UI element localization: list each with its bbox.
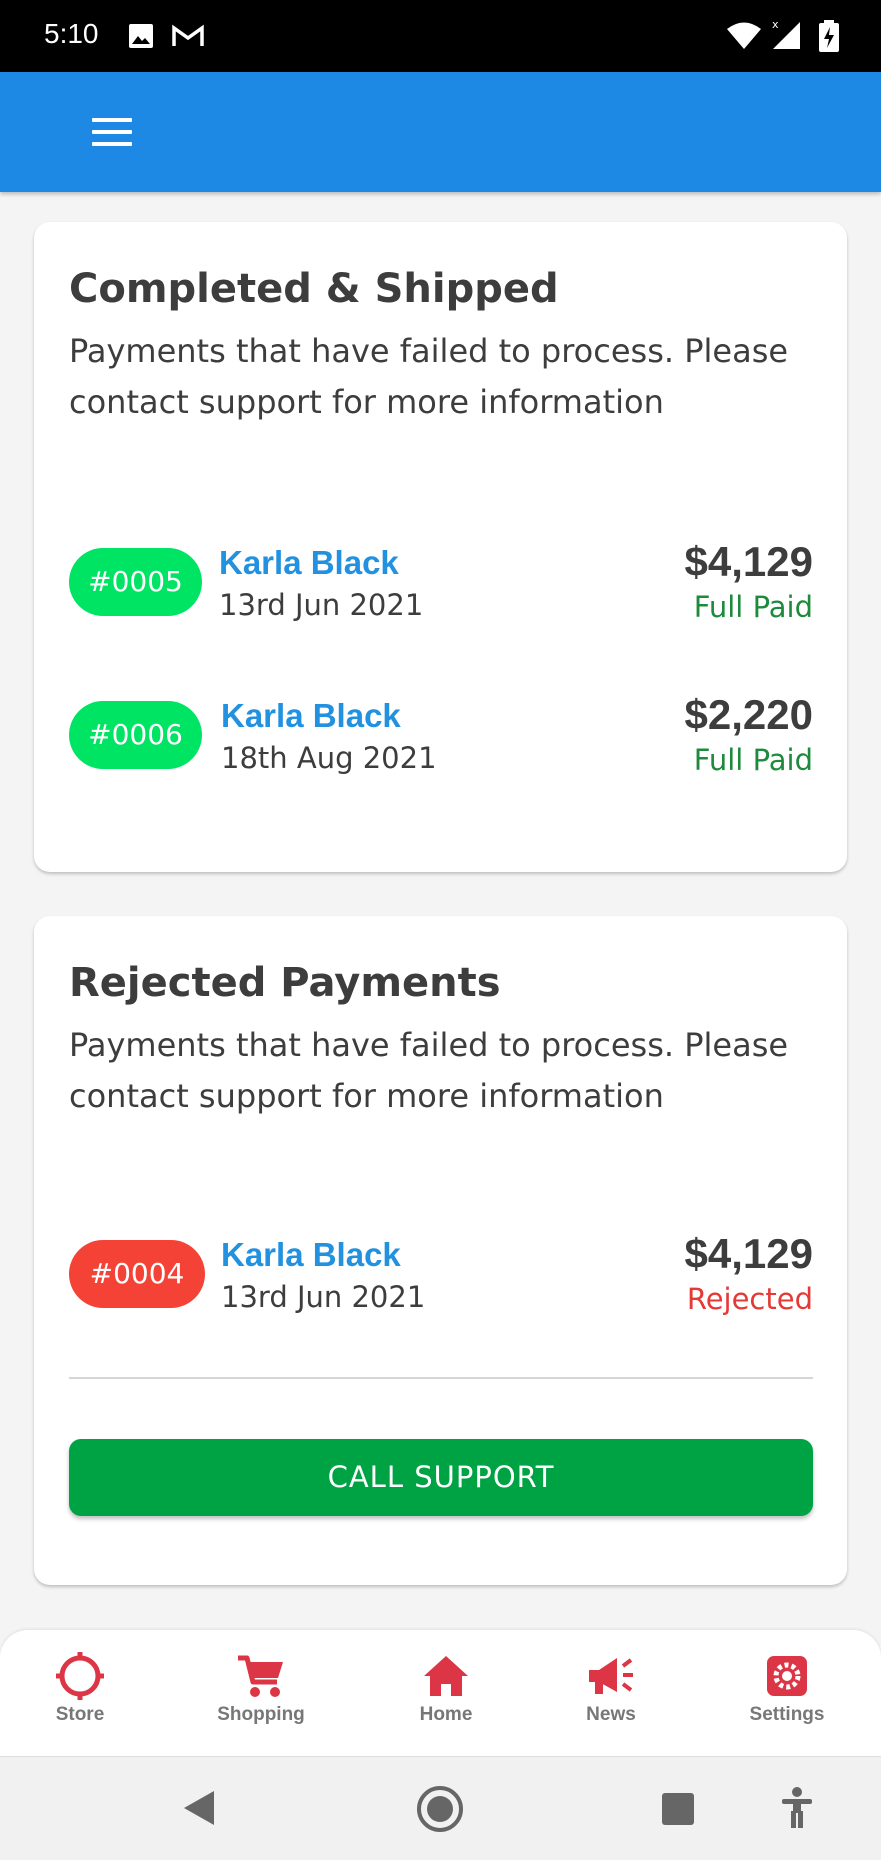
battery-charging-icon <box>819 20 839 52</box>
customer-name-link[interactable]: Karla Black <box>221 1236 401 1274</box>
nav-label: Home <box>419 1704 473 1725</box>
home-icon <box>424 1656 468 1696</box>
order-date: 18th Aug 2021 <box>221 741 437 775</box>
order-row[interactable]: #0006 Karla Black 18th Aug 2021 $2,220 F… <box>69 691 813 801</box>
nav-store[interactable]: Store <box>10 1652 150 1744</box>
customer-name-link[interactable]: Karla Black <box>221 697 401 735</box>
order-id-badge: #0006 <box>69 701 202 769</box>
order-amount: $4,129 <box>684 1230 813 1277</box>
home-circle-icon[interactable] <box>416 1785 464 1833</box>
status-time: 5:10 <box>44 18 99 49</box>
order-id-badge: #0005 <box>69 548 202 616</box>
payment-status: Full Paid <box>693 590 813 624</box>
image-icon <box>129 24 153 48</box>
system-navigation-bar <box>0 1756 881 1860</box>
section-title: Rejected Payments <box>69 960 501 1006</box>
accessibility-icon[interactable] <box>780 1787 814 1829</box>
status-bar: 5:10 x <box>0 0 881 72</box>
nav-settings[interactable]: Settings <box>717 1652 857 1744</box>
order-date: 13rd Jun 2021 <box>219 588 424 622</box>
app-bar <box>0 72 881 192</box>
order-id-badge: #0004 <box>69 1240 205 1308</box>
divider <box>69 1377 813 1379</box>
customer-name-link[interactable]: Karla Black <box>219 544 399 582</box>
crosshair-icon <box>56 1652 104 1700</box>
svg-text:x: x <box>772 18 779 31</box>
section-title: Completed & Shipped <box>69 266 559 312</box>
back-icon[interactable] <box>182 1789 216 1827</box>
recents-icon[interactable] <box>661 1792 695 1826</box>
gear-icon <box>767 1656 807 1696</box>
order-row[interactable]: #0005 Karla Black 13rd Jun 2021 $4,129 F… <box>69 538 813 648</box>
signal-icon: x <box>772 18 800 49</box>
nav-shopping[interactable]: Shopping <box>191 1652 331 1744</box>
payment-status: Full Paid <box>693 743 813 777</box>
payment-status: Rejected <box>686 1282 813 1316</box>
section-description: Payments that have failed to process. Pl… <box>69 1026 789 1115</box>
nav-label: Shopping <box>217 1704 305 1725</box>
nav-label: Settings <box>749 1704 825 1725</box>
nav-home[interactable]: Home <box>376 1652 516 1744</box>
cart-icon <box>238 1655 283 1697</box>
megaphone-icon <box>589 1658 633 1694</box>
wifi-icon <box>727 22 761 49</box>
order-amount: $2,220 <box>684 691 813 738</box>
completed-shipped-card: Completed & Shipped Payments that have f… <box>34 222 847 872</box>
order-row[interactable]: #0004 Karla Black 13rd Jun 2021 $4,129 R… <box>69 1230 813 1340</box>
section-description: Payments that have failed to process. Pl… <box>69 332 789 421</box>
nav-label: News <box>586 1704 636 1725</box>
gmail-icon <box>172 24 204 46</box>
call-support-button[interactable]: CALL SUPPORT <box>69 1439 813 1516</box>
nav-news[interactable]: News <box>541 1652 681 1744</box>
order-amount: $4,129 <box>684 538 813 585</box>
nav-label: Store <box>55 1704 105 1725</box>
bottom-navigation: Store Shopping Home News Settings <box>0 1630 881 1756</box>
order-date: 13rd Jun 2021 <box>221 1280 426 1314</box>
rejected-payments-card: Rejected Payments Payments that have fai… <box>34 916 847 1585</box>
hamburger-menu-icon[interactable] <box>84 110 140 154</box>
